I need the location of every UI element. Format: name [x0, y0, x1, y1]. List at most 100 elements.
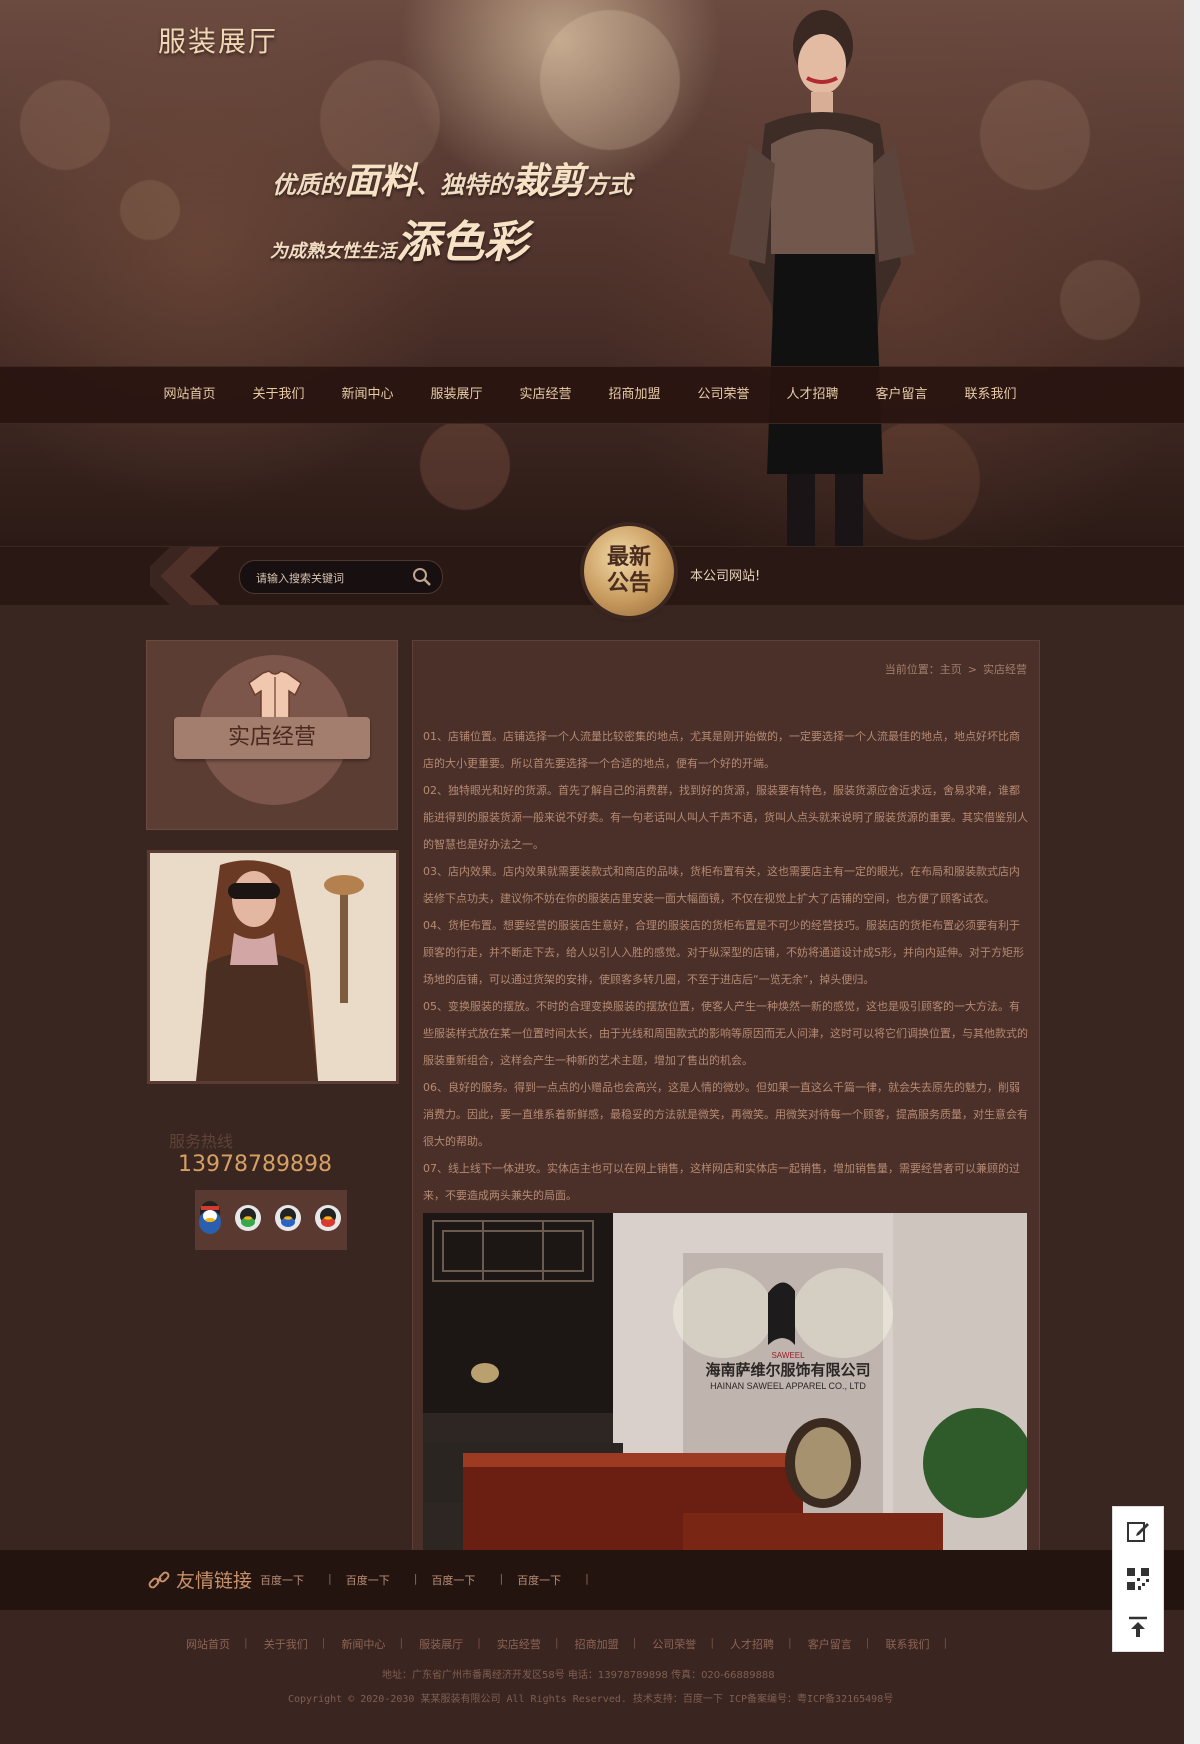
friendly-link[interactable]: 百度一下: [517, 1572, 561, 1588]
notice-badge-line1: 最新: [606, 545, 651, 570]
nav-item-contact[interactable]: 联系我们: [946, 367, 1035, 423]
photo-brand-text: SAWEEL: [771, 1351, 805, 1360]
banner-bokeh: [0, 0, 1184, 546]
floating-toolbar: [1112, 1506, 1164, 1652]
hotline-label: 服务热线: [169, 1132, 234, 1151]
notice-badge-line2: 公告: [606, 571, 651, 596]
friendly-link[interactable]: 百度一下: [431, 1572, 475, 1588]
store-reception-photo: SAWEEL 海南萨维尔服饰有限公司 HAINAN SAWEEL APPAREL…: [423, 1213, 1027, 1551]
footer-nav-item[interactable]: 网站首页: [186, 1636, 230, 1652]
breadcrumb-current[interactable]: 实店经营: [983, 663, 1027, 676]
footer-nav-item[interactable]: 新闻中心: [341, 1636, 385, 1652]
shirt-icon: [248, 670, 302, 720]
breadcrumb-home[interactable]: 主页: [940, 663, 962, 676]
footer-address: 地址：广东省广州市番禺经济开发区58号 电话：13978789898 传真：02…: [382, 1670, 775, 1681]
article-paragraph: 06、良好的服务。得到一点点的小赠品也会高兴，这是人情的微妙。但如果一直这么千篇…: [423, 1081, 1028, 1148]
sidebar-title: 实店经营: [174, 717, 370, 759]
footer-divider: |: [321, 1636, 326, 1649]
slogan-part: 裁剪: [512, 161, 585, 202]
search-icon[interactable]: [412, 567, 432, 587]
qq-icon[interactable]: [313, 1200, 343, 1236]
footer-divider: |: [554, 1636, 559, 1649]
qq-icon[interactable]: [195, 1200, 225, 1236]
model-figure: [729, 10, 915, 546]
search-input[interactable]: [254, 568, 408, 588]
footer-divider: |: [943, 1636, 948, 1649]
link-divider: |: [413, 1572, 418, 1585]
fashion-photo: [150, 853, 396, 1081]
qrcode-button[interactable]: [1113, 1555, 1163, 1603]
nav-item-store[interactable]: 实店经营: [501, 367, 590, 423]
nav-item-franchise[interactable]: 招商加盟: [590, 367, 679, 423]
footer-divider: |: [865, 1636, 870, 1649]
link-divider: |: [328, 1572, 332, 1585]
qrcode-icon: [1127, 1568, 1149, 1590]
back-to-top-button[interactable]: [1113, 1603, 1163, 1651]
qq-icon[interactable]: [233, 1200, 263, 1236]
footer-divider: |: [477, 1636, 481, 1649]
friendly-links-title: 友情链接: [176, 1570, 253, 1592]
footer-nav-item[interactable]: 公司荣誉: [652, 1636, 696, 1652]
link-divider: |: [499, 1572, 504, 1585]
slogan-part: 方式: [584, 171, 633, 199]
edit-icon: [1127, 1522, 1149, 1542]
footer-nav-item[interactable]: 人才招聘: [730, 1636, 774, 1652]
footer-nav-item[interactable]: 实店经营: [497, 1636, 541, 1652]
article-paragraph: 01、店铺位置。店铺选择一个人流量比较密集的地点，尤其是刚开始做的，一定要选择一…: [423, 730, 1020, 770]
banner-slogan-line1: 优质的面料、独特的裁剪方式: [272, 152, 632, 204]
footer-nav-item[interactable]: 服装展厅: [419, 1636, 463, 1652]
qq-service-box: [195, 1190, 347, 1250]
main-nav: 网站首页 关于我们 新闻中心 服装展厅 实店经营 招商加盟 公司荣誉 人才招聘 …: [0, 366, 1184, 424]
link-icon: [148, 1571, 170, 1589]
article-body: 01、店铺位置。店铺选择一个人流量比较密集的地点，尤其是刚开始做的，一定要选择一…: [423, 723, 1029, 1209]
sidebar-product-image[interactable]: [147, 850, 399, 1084]
footer-divider: |: [788, 1636, 792, 1649]
footer: 网站首页 | 关于我们 | 新闻中心 | 服装展厅 | 实店经营 | 招商加盟 | 公司荣誉…: [0, 1610, 1184, 1744]
article-paragraph: 07、线上线下一体进攻。实体店主也可以在网上销售，这样网店和实体店一起销售，增加…: [423, 1162, 1020, 1202]
slogan-part: 、独特的: [416, 171, 513, 199]
friendly-link[interactable]: 百度一下: [346, 1572, 390, 1588]
footer-nav-item[interactable]: 客户留言: [808, 1636, 852, 1652]
nav-item-showroom[interactable]: 服装展厅: [412, 367, 501, 423]
footer-nav-item[interactable]: 关于我们: [264, 1636, 308, 1652]
friendly-link[interactable]: 百度一下: [260, 1572, 304, 1588]
photo-company-cn: 海南萨维尔服饰有限公司: [705, 1361, 870, 1379]
store-photo: SAWEEL 海南萨维尔服饰有限公司 HAINAN SAWEEL APPAREL…: [423, 1213, 1027, 1551]
footer-divider: |: [244, 1636, 248, 1649]
friendly-links-list: 百度一下 | 百度一下 | 百度一下 | 百度一下 |: [260, 1572, 603, 1588]
footer-divider: |: [632, 1636, 637, 1649]
article-paragraph: 02、独特眼光和好的货源。首先了解自己的消费群，找到好的货源，服装要有特色，服装…: [423, 784, 1028, 851]
feedback-button[interactable]: [1113, 1507, 1163, 1555]
nav-item-honor[interactable]: 公司荣誉: [679, 367, 768, 423]
banner-slogan-line2: 为成熟女性生活添色彩: [270, 206, 528, 270]
footer-divider: |: [399, 1636, 404, 1649]
notice-text[interactable]: 本公司网站!: [690, 565, 760, 584]
slogan-part: 优质的: [272, 171, 344, 199]
link-divider: |: [585, 1572, 589, 1585]
friendly-links-bar: 友情链接 百度一下 | 百度一下 | 百度一下 | 百度一下 |: [0, 1550, 1184, 1610]
search-box: [239, 560, 443, 594]
breadcrumb-prefix: 当前位置：: [884, 663, 940, 676]
site-logo[interactable]: 服装展厅: [158, 20, 278, 60]
footer-divider: |: [710, 1636, 715, 1649]
footer-nav: 网站首页 | 关于我们 | 新闻中心 | 服装展厅 | 实店经营 | 招商加盟 | 公司荣誉…: [186, 1636, 963, 1652]
footer-nav-item[interactable]: 联系我们: [885, 1636, 929, 1652]
notice-badge: 最新 公告: [584, 526, 674, 616]
nav-item-jobs[interactable]: 人才招聘: [768, 367, 857, 423]
nav-item-about[interactable]: 关于我们: [234, 367, 323, 423]
article-paragraph: 04、货柜布置。想要经营的服装店生意好，合理的服装店的货柜布置是不可少的经营技巧…: [423, 919, 1024, 986]
banner: 服装展厅 优质的面料、独特的裁剪方式 为成熟女性生活添色彩: [0, 0, 1184, 546]
nav-item-news[interactable]: 新闻中心: [323, 367, 412, 423]
qq-icon[interactable]: [273, 1200, 303, 1236]
chevron-left-icon: [150, 547, 220, 605]
breadcrumb-separator: >: [967, 663, 977, 676]
article-paragraph: 03、店内效果。店内效果就需要装款式和商店的品味，货柜布置有关，这也需要店主有一…: [423, 865, 1020, 905]
nav-item-guestbook[interactable]: 客户留言: [857, 367, 946, 423]
sidebar-title-box: 实店经营: [146, 640, 398, 830]
main-content: 当前位置：主页 > 实店经营 01、店铺位置。店铺选择一个人流量比较密集的地点，尤其…: [412, 640, 1040, 1552]
photo-company-en: HAINAN SAWEEL APPAREL CO., LTD: [710, 1381, 866, 1391]
hotline-number[interactable]: 13978789898: [178, 1152, 332, 1177]
footer-nav-item[interactable]: 招商加盟: [575, 1636, 619, 1652]
page-scrollbar[interactable]: [1184, 0, 1200, 1744]
nav-item-home[interactable]: 网站首页: [145, 367, 234, 423]
